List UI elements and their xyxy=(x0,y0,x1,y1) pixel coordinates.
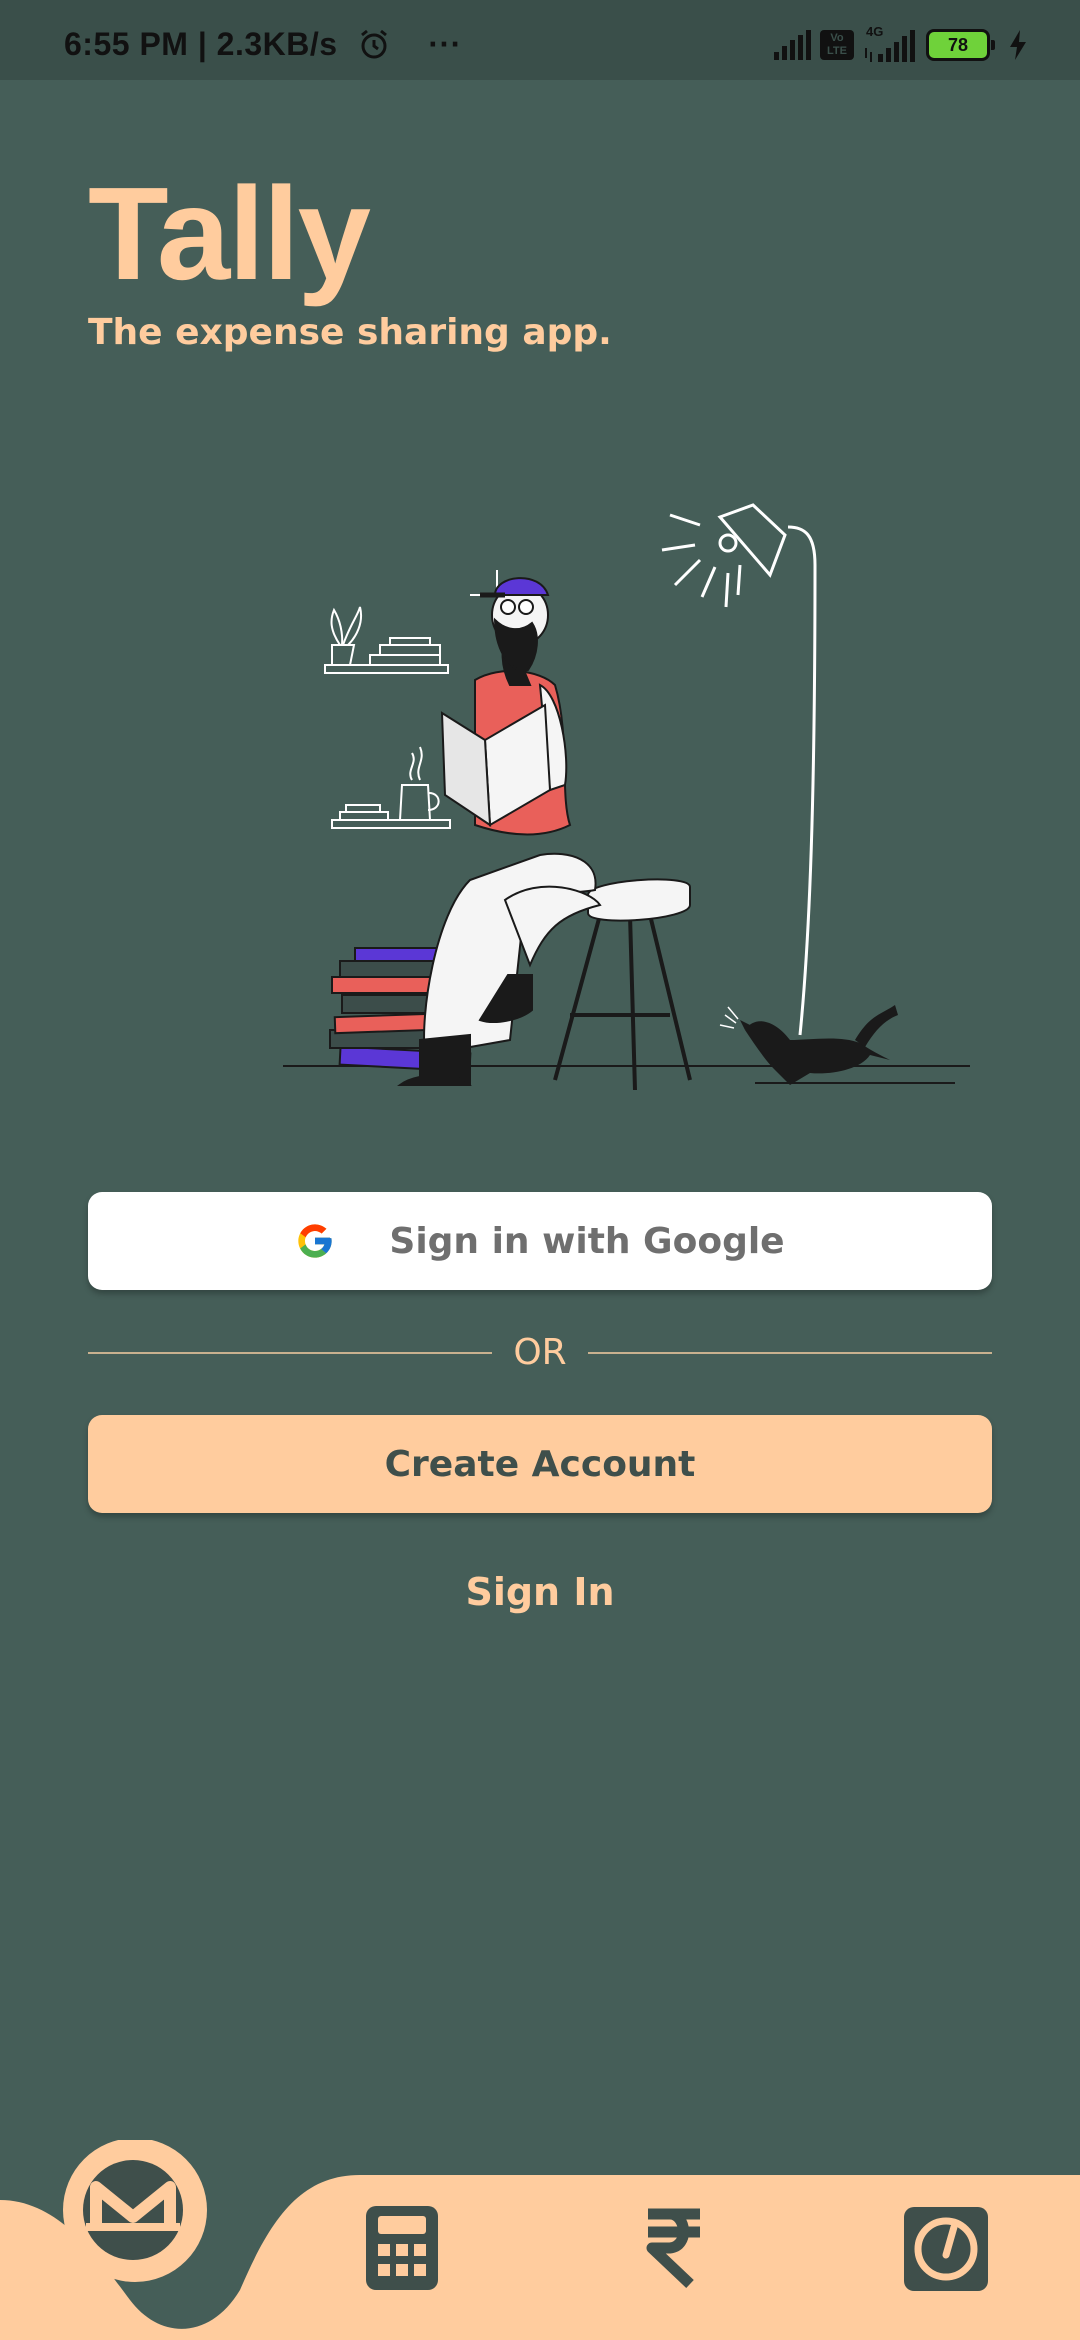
status-icons: Vo LTE 4G 78 xyxy=(772,24,1028,62)
more-dots: ··· xyxy=(428,26,462,62)
cat xyxy=(740,1005,898,1085)
create-account-button[interactable]: Create Account xyxy=(88,1415,992,1513)
plant-shelf xyxy=(324,606,449,674)
nav-monero[interactable] xyxy=(68,2145,198,2275)
charging-icon xyxy=(1010,30,1026,60)
status-time: 6:55 PM | 2.3KB/s ··· xyxy=(64,26,462,63)
create-account-label: Create Account xyxy=(384,1443,696,1485)
status-time-speed: 6:55 PM | 2.3KB/s xyxy=(64,26,338,62)
alarm-icon xyxy=(361,29,387,59)
divider-line-right xyxy=(588,1352,992,1354)
status-bar: 6:55 PM | 2.3KB/s ··· Vo LTE 4G 78 xyxy=(0,0,1080,80)
signal-icon xyxy=(774,30,811,60)
calculator-icon xyxy=(366,2206,438,2290)
gauge-icon xyxy=(904,2207,988,2291)
nav-gauge[interactable] xyxy=(902,2205,990,2293)
battery-indicator: 78 xyxy=(926,29,995,61)
cup-shelf xyxy=(331,746,451,829)
sign-in-link[interactable]: Sign In xyxy=(0,1570,1080,1614)
monero-icon xyxy=(83,2160,183,2260)
google-signin-label: Sign in with Google xyxy=(389,1220,785,1262)
network-4g: 4G xyxy=(862,24,918,62)
app-tagline: The expense sharing app. xyxy=(88,312,612,353)
nav-rupee[interactable] xyxy=(642,2208,706,2288)
app-title: Tally xyxy=(88,160,371,307)
reading-man-illustration xyxy=(283,503,970,1091)
stool xyxy=(553,914,692,1091)
nav-calculator[interactable] xyxy=(364,2204,440,2292)
signal-4g-icon xyxy=(865,30,915,62)
google-signin-button[interactable]: Sign in with Google xyxy=(88,1192,992,1290)
google-icon xyxy=(298,1224,333,1258)
or-divider: OR xyxy=(88,1328,992,1378)
rupee-icon xyxy=(646,2208,700,2288)
volte-icon: Vo LTE xyxy=(820,30,854,60)
floor-lamp xyxy=(661,503,817,1036)
